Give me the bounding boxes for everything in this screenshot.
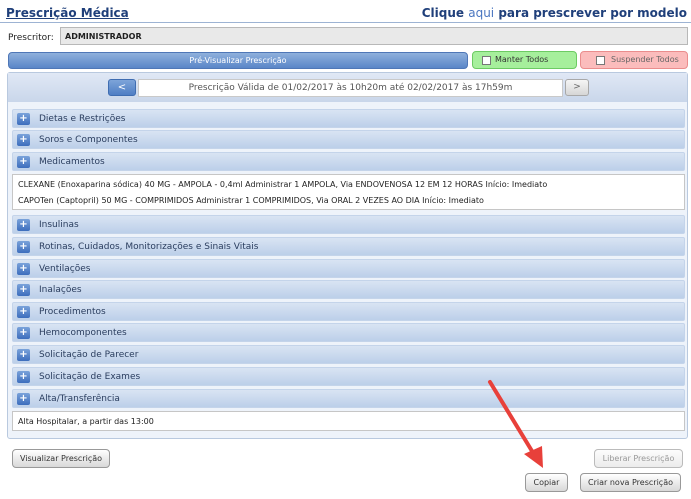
annotation-arrow-icon — [488, 380, 543, 468]
